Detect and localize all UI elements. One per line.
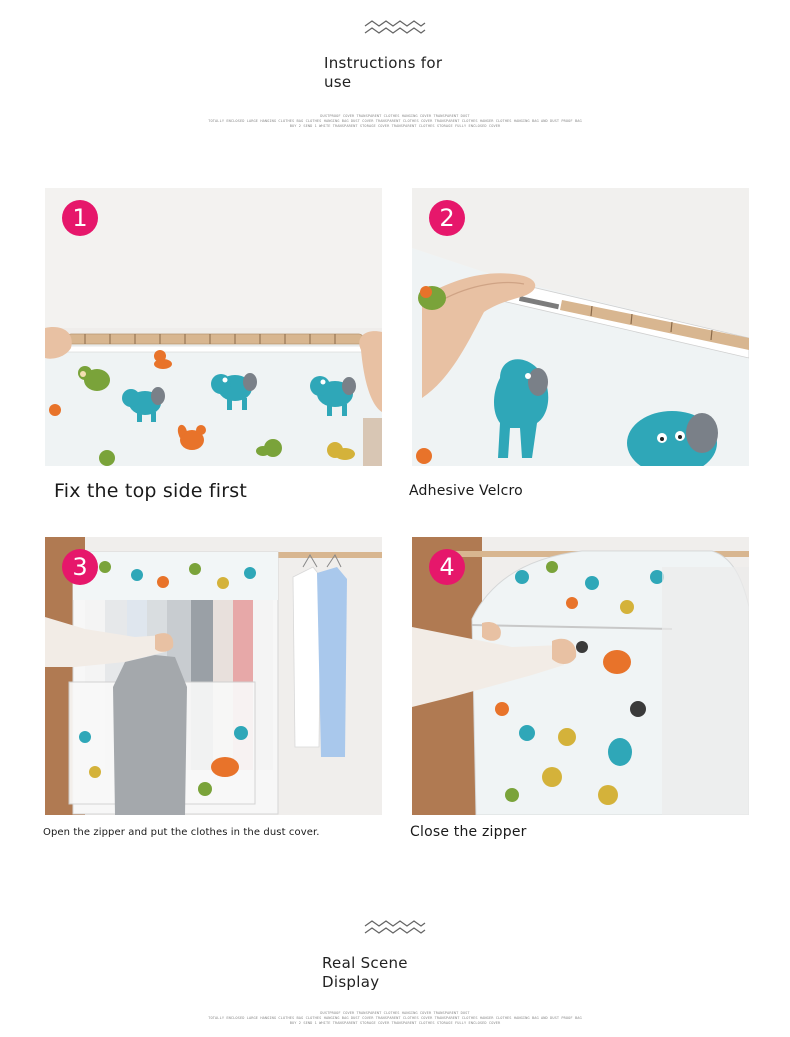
zigzag-wave-icon <box>364 920 426 934</box>
step-number-badge: 2 <box>429 200 465 236</box>
step-3-photo: 3 <box>45 537 382 815</box>
step-4-caption: Close the zipper <box>410 824 527 840</box>
step-number-badge: 4 <box>429 549 465 585</box>
section-title-instructions: Instructions for use <box>324 54 443 91</box>
step-1-caption: Fix the top side first <box>54 480 247 502</box>
fine-print: DUSTPROOF COVER TRANSPARENT CLOTHES HANG… <box>170 114 620 129</box>
step-3-caption: Open the zipper and put the clothes in t… <box>43 827 320 838</box>
fine-print-line: BUY 2 SEND 1 WHITE TRANSPARENT STORAGE C… <box>289 1021 501 1025</box>
step-2-caption: Adhesive Velcro <box>409 483 523 499</box>
step-4-photo: 4 <box>412 537 749 815</box>
fine-print-line: BUY 2 SEND 1 WHITE TRANSPARENT STORAGE C… <box>289 124 501 128</box>
step-2-photo: 2 <box>412 188 749 466</box>
step-1-photo: 1 <box>45 188 382 466</box>
step-number-badge: 1 <box>62 200 98 236</box>
fine-print: DUSTPROOF COVER TRANSPARENT CLOTHES HANG… <box>170 1011 620 1026</box>
section-title-real-scene: Real Scene Display <box>322 954 408 991</box>
zigzag-wave-icon <box>364 20 426 34</box>
step-number-badge: 3 <box>62 549 98 585</box>
